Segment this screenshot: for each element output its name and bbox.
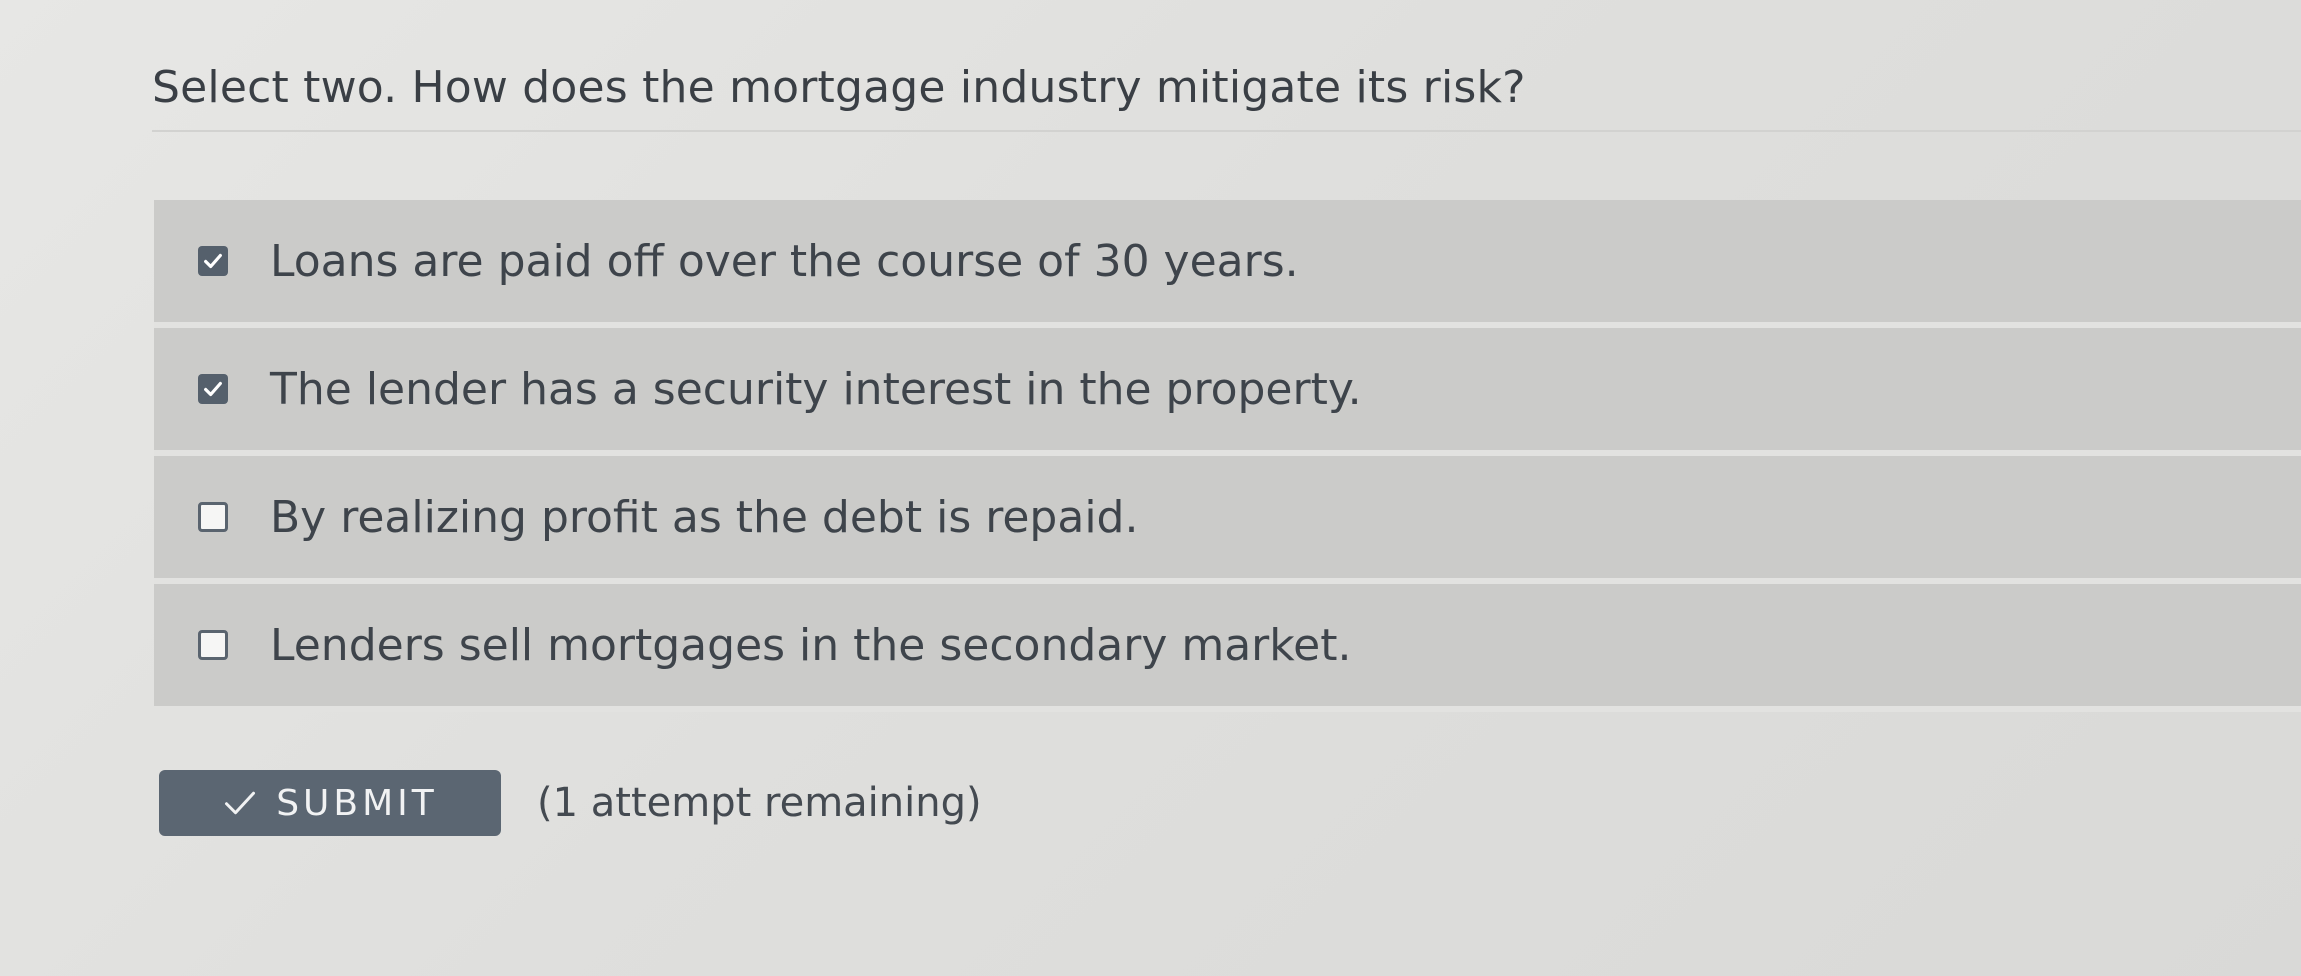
option-row[interactable]: By realizing profit as the debt is repai… (154, 456, 2301, 584)
option-row[interactable]: The lender has a security interest in th… (154, 328, 2301, 456)
check-icon (204, 381, 222, 397)
attempts-remaining: (1 attempt remaining) (537, 780, 982, 826)
submit-area: SUBMIT (1 attempt remaining) (159, 770, 982, 836)
quiz-page: Select two. How does the mortgage indust… (0, 0, 2301, 976)
checkbox-unchecked-icon[interactable] (198, 630, 228, 660)
option-label: The lender has a security interest in th… (270, 363, 1362, 415)
option-row[interactable]: Loans are paid off over the course of 30… (154, 200, 2301, 328)
checkbox-checked-icon[interactable] (198, 374, 228, 404)
submit-label: SUBMIT (276, 782, 438, 824)
checkbox-checked-icon[interactable] (198, 246, 228, 276)
question-text: Select two. How does the mortgage indust… (152, 62, 1526, 113)
option-label: Lenders sell mortgages in the secondary … (270, 619, 1352, 671)
option-label: Loans are paid off over the course of 30… (270, 235, 1299, 287)
answer-options: Loans are paid off over the course of 30… (154, 200, 2301, 712)
question-divider (152, 130, 2301, 132)
submit-button[interactable]: SUBMIT (159, 770, 501, 836)
option-row[interactable]: Lenders sell mortgages in the secondary … (154, 584, 2301, 712)
check-icon (204, 253, 222, 269)
checkbox-unchecked-icon[interactable] (198, 502, 228, 532)
check-icon (225, 791, 256, 815)
option-label: By realizing profit as the debt is repai… (270, 491, 1139, 543)
